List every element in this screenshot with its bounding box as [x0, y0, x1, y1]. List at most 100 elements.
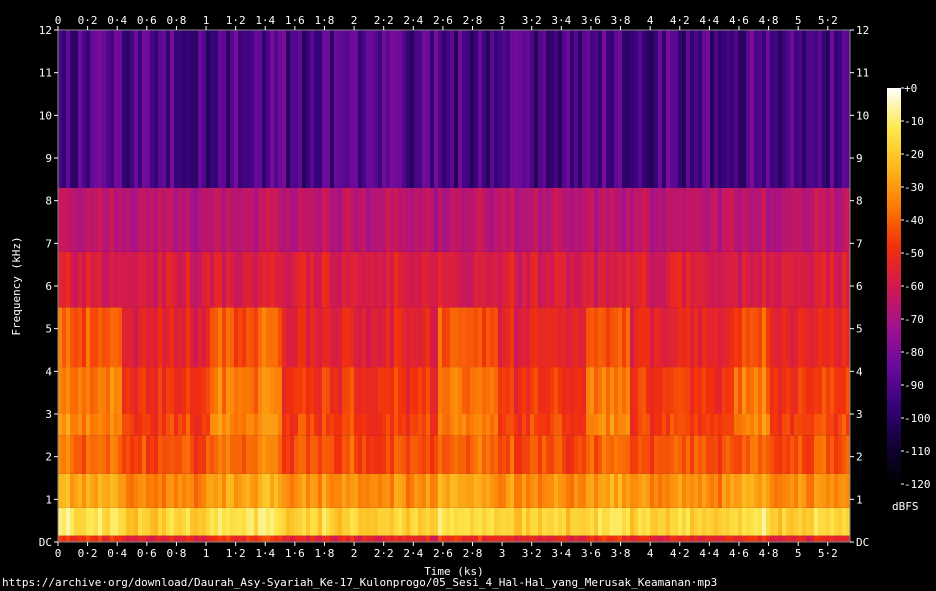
- spectrogram-cell: [806, 307, 811, 368]
- spectrogram-cell: [74, 187, 79, 252]
- spectrogram-column: [218, 30, 223, 542]
- spectrogram-cell: [502, 535, 507, 542]
- spectrogram-cell: [506, 187, 511, 252]
- spectrogram-cell: [370, 367, 375, 414]
- spectrogram-column: [770, 30, 775, 542]
- spectrogram-cell: [442, 535, 447, 542]
- spectrogram-column: [446, 30, 451, 542]
- spectrogram-cell: [94, 30, 99, 188]
- spectrogram-cell: [570, 307, 575, 368]
- spectrogram-cell: [482, 251, 487, 308]
- spectrogram-cell: [498, 187, 503, 252]
- spectrogram-cell: [362, 507, 367, 536]
- spectrogram-cell: [682, 507, 687, 536]
- spectrogram-cell: [366, 535, 371, 542]
- spectrogram-cell: [506, 307, 511, 368]
- spectrogram-cell: [522, 414, 527, 436]
- spectrogram-cell: [410, 30, 415, 188]
- spectrogram-cell: [562, 535, 567, 542]
- spectrogram-cell: [782, 307, 787, 368]
- spectrogram-cell: [174, 367, 179, 414]
- spectrogram-cell: [626, 187, 631, 252]
- spectrogram-cell: [306, 507, 311, 536]
- spectrogram-cell: [758, 187, 763, 252]
- spectrogram-cell: [334, 30, 339, 188]
- spectrogram-cell: [474, 507, 479, 536]
- spectrogram-cell: [274, 414, 279, 436]
- spectrogram-cell: [538, 367, 543, 414]
- spectrogram-cell: [602, 473, 607, 508]
- spectrogram-cell: [518, 414, 523, 436]
- colorbar-tick-label: -100: [904, 412, 931, 425]
- spectrogram-cell: [162, 307, 167, 368]
- spectrogram-column: [298, 30, 303, 542]
- spectrogram-column: [698, 30, 703, 542]
- spectrogram-cell: [706, 307, 711, 368]
- spectrogram-cell: [170, 30, 175, 188]
- spectrogram-cell: [482, 414, 487, 436]
- spectrogram-cell: [682, 367, 687, 414]
- spectrogram-cell: [566, 367, 571, 414]
- spectrogram-cell: [578, 367, 583, 414]
- spectrogram-cell: [530, 535, 535, 542]
- spectrogram-column: [506, 30, 511, 542]
- spectrogram-cell: [658, 535, 663, 542]
- x-tick-label-bottom: 4·6: [729, 547, 749, 560]
- spectrogram-cell: [402, 187, 407, 252]
- spectrogram-cell: [414, 507, 419, 536]
- spectrogram-cell: [614, 535, 619, 542]
- spectrogram-cell: [550, 251, 555, 308]
- x-tick-label-bottom: 3·8: [611, 547, 631, 560]
- spectrogram-cell: [634, 435, 639, 474]
- spectrogram-cell: [666, 367, 671, 414]
- spectrogram-cell: [182, 507, 187, 536]
- spectrogram-cell: [746, 535, 751, 542]
- spectrogram-cell: [314, 30, 319, 188]
- spectrogram-cell: [226, 187, 231, 252]
- spectrogram-cell: [202, 307, 207, 368]
- spectrogram-cell: [658, 414, 663, 436]
- spectrogram-cell: [742, 307, 747, 368]
- spectrogram-cell: [630, 251, 635, 308]
- spectrogram-cell: [426, 187, 431, 252]
- spectrogram-cell: [374, 535, 379, 542]
- spectrogram-column: [142, 30, 147, 542]
- spectrogram-cell: [502, 473, 507, 508]
- spectrogram-cell: [318, 307, 323, 368]
- spectrogram-column: [454, 30, 459, 542]
- spectrogram-cell: [422, 435, 427, 474]
- spectrogram-cell: [638, 535, 643, 542]
- spectrogram-cell: [594, 187, 599, 252]
- spectrogram-cell: [690, 307, 695, 368]
- spectrogram-column: [194, 30, 199, 542]
- spectrogram-column: [478, 30, 483, 542]
- spectrogram-cell: [814, 307, 819, 368]
- spectrogram-cell: [330, 251, 335, 308]
- spectrogram-cell: [234, 367, 239, 414]
- spectrogram-cell: [710, 435, 715, 474]
- spectrogram-cell: [838, 251, 843, 308]
- spectrogram-cell: [670, 435, 675, 474]
- x-tick-label-bottom: 2·2: [374, 547, 394, 560]
- spectrogram-cell: [446, 507, 451, 536]
- spectrogram-cell: [554, 435, 559, 474]
- spectrogram-column: [254, 30, 259, 542]
- spectrogram-column: [226, 30, 231, 542]
- spectrogram-cell: [546, 367, 551, 414]
- spectrogram-cell: [402, 507, 407, 536]
- spectrogram-cell: [826, 187, 831, 252]
- spectrogram-cell: [374, 187, 379, 252]
- spectrogram-cell: [102, 307, 107, 368]
- x-tick-label-bottom: 5: [795, 547, 802, 560]
- spectrogram-cell: [802, 414, 807, 436]
- spectrogram-cell: [186, 307, 191, 368]
- spectrogram-cell: [210, 251, 215, 308]
- spectrogram-cell: [590, 30, 595, 188]
- spectrogram-cell: [202, 251, 207, 308]
- spectrogram-cell: [238, 367, 243, 414]
- spectrogram-cell: [194, 251, 199, 308]
- spectrogram-cell: [254, 507, 259, 536]
- spectrogram-cell: [406, 435, 411, 474]
- spectrogram-cell: [86, 367, 91, 414]
- spectrogram-cell: [338, 187, 343, 252]
